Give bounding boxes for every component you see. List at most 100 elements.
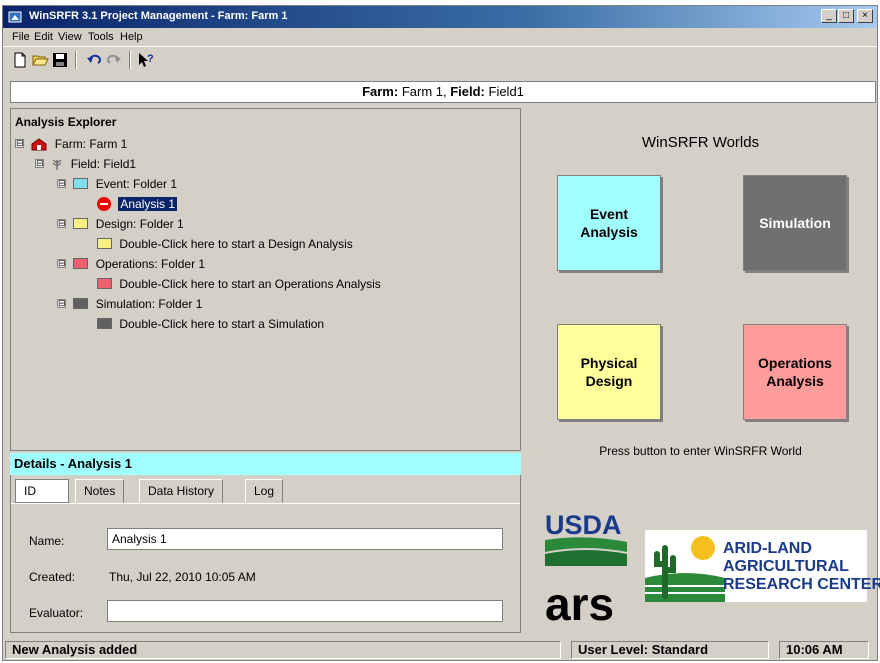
app-icon [8, 11, 22, 23]
farm-value: Farm 1, [398, 84, 451, 99]
farm-icon [31, 138, 47, 151]
tree-label: Operations: Folder 1 [95, 256, 206, 271]
created-value: Thu, Jul 22, 2010 10:05 AM [109, 570, 256, 584]
tree-label: Event: Folder 1 [95, 176, 178, 191]
operations-analysis-label: Operations Analysis [758, 355, 832, 389]
tree-label: Farm: Farm 1 [54, 136, 128, 151]
folder-red-icon [97, 278, 112, 290]
arid-land-emblem [645, 536, 725, 602]
folder-yellow-icon [97, 238, 112, 250]
undo-icon[interactable] [85, 51, 103, 69]
title-bar[interactable]: WinSRFR 3.1 Project Management - Farm: F… [3, 6, 877, 28]
close-button[interactable]: × [857, 9, 873, 23]
tree-node-field[interactable]: ⊟ Field: Field1 [35, 155, 136, 173]
collapse-icon[interactable]: ⊟ [57, 219, 66, 229]
event-analysis-label: Event Analysis [580, 206, 638, 240]
redo-icon[interactable] [105, 51, 123, 69]
stop-icon [97, 196, 111, 211]
ars-text: ars [545, 578, 614, 628]
tree-node-analysis-1[interactable]: Analysis 1 [97, 195, 178, 213]
minimize-button[interactable]: _ [821, 9, 837, 23]
menu-view[interactable]: View [58, 31, 82, 43]
tree-label: Double-Click here to start a Simulation [119, 316, 325, 331]
event-analysis-button[interactable]: Event Analysis [557, 175, 661, 271]
folder-gray-icon [73, 298, 89, 310]
simulation-label: Simulation [759, 215, 831, 231]
folder-gray-icon [97, 318, 112, 330]
tree-node-simulation-folder[interactable]: ⊟ Simulation: Folder 1 [57, 295, 202, 313]
tree-node-operations-folder[interactable]: ⊟ Operations: Folder 1 [57, 255, 205, 273]
tree-node-event-folder[interactable]: ⊟ Event: Folder 1 [57, 175, 177, 193]
collapse-icon[interactable]: ⊟ [57, 179, 66, 189]
folder-red-icon [73, 258, 89, 270]
field-label: Field: [450, 84, 485, 99]
tab-data-history[interactable]: Data History [139, 479, 224, 503]
explorer-title: Analysis Explorer [15, 115, 117, 129]
tree-node-design-folder[interactable]: ⊟ Design: Folder 1 [57, 215, 184, 233]
tree-node-start-operations[interactable]: Double-Click here to start an Operations… [97, 275, 381, 293]
tree-label: Double-Click here to start a Design Anal… [119, 236, 353, 251]
new-file-icon[interactable] [11, 51, 29, 69]
folder-cyan-icon [73, 178, 89, 190]
menu-file[interactable]: File [12, 31, 30, 43]
tree-node-start-simulation[interactable]: Double-Click here to start a Simulation [97, 315, 324, 333]
status-bar: New Analysis added User Level: Standard … [3, 640, 877, 660]
menu-tools[interactable]: Tools [88, 31, 114, 43]
menu-edit[interactable]: Edit [34, 31, 53, 43]
field-icon [52, 159, 62, 170]
context-help-icon[interactable]: ? [137, 51, 155, 69]
arid-land-text: ARID-LAND AGRICULTURAL RESEARCH CENTER [723, 540, 880, 594]
usda-ars-logo: USDA ars [545, 510, 627, 628]
name-label: Name: [29, 534, 65, 548]
toolbar-separator [75, 51, 77, 69]
tab-id[interactable]: ID [15, 479, 69, 503]
simulation-button[interactable]: Simulation [743, 175, 847, 271]
field-value: Field1 [484, 84, 524, 99]
main-window: WinSRFR 3.1 Project Management - Farm: F… [2, 5, 880, 661]
arid-line-1: ARID-LAND [723, 540, 812, 557]
arid-land-logo: ARID-LAND AGRICULTURAL RESEARCH CENTER [645, 530, 880, 602]
physical-design-button[interactable]: Physical Design [557, 324, 661, 420]
save-icon[interactable] [51, 51, 69, 69]
farm-field-header: Farm: Farm 1, Field: Field1 [10, 81, 876, 103]
collapse-icon[interactable]: ⊟ [15, 139, 24, 149]
winsrfr-worlds-panel: WinSRFR Worlds Event Analysis Simulation… [525, 108, 880, 633]
evaluator-label: Evaluator: [29, 606, 84, 620]
created-label: Created: [29, 570, 76, 584]
details-header: Details - Analysis 1 [10, 453, 521, 475]
menu-bar: File Edit View Tools Help [3, 28, 877, 46]
tree-label: Field: Field1 [70, 156, 137, 171]
worlds-title: WinSRFR Worlds [641, 134, 760, 151]
tab-notes[interactable]: Notes [75, 479, 125, 503]
collapse-icon[interactable]: ⊟ [57, 299, 66, 309]
status-message: New Analysis added [5, 641, 561, 659]
window-title: WinSRFR 3.1 Project Management - Farm: F… [29, 10, 288, 22]
folder-yellow-icon [73, 218, 89, 230]
svg-text:?: ? [147, 53, 154, 65]
open-folder-icon[interactable] [31, 51, 49, 69]
physical-design-label: Physical Design [580, 355, 638, 389]
toolbar: ? [3, 46, 877, 72]
collapse-icon[interactable]: ⊟ [35, 159, 44, 169]
analysis-explorer: Analysis Explorer ⊟ Farm: Farm 1 ⊟ Field… [10, 108, 521, 451]
tree-label: Double-Click here to start an Operations… [119, 276, 381, 291]
usda-text: USDA [545, 510, 622, 540]
operations-analysis-button[interactable]: Operations Analysis [743, 324, 847, 420]
arid-line-2: AGRICULTURAL [723, 558, 849, 575]
collapse-icon[interactable]: ⊟ [57, 259, 66, 269]
tab-log[interactable]: Log [245, 479, 284, 503]
toolbar-separator [129, 51, 131, 69]
status-time: 10:06 AM [779, 641, 869, 659]
farm-label: Farm: [362, 84, 399, 99]
status-user-level: User Level: Standard [571, 641, 769, 659]
menu-help[interactable]: Help [120, 31, 143, 43]
tree-label: Design: Folder 1 [95, 216, 184, 231]
arid-line-3: RESEARCH CENTER [723, 576, 880, 593]
tree-node-farm[interactable]: ⊟ Farm: Farm 1 [15, 135, 127, 153]
press-button-hint: Press button to enter WinSRFR World [599, 444, 802, 458]
tree-label: Simulation: Folder 1 [95, 296, 203, 311]
tree-node-start-design[interactable]: Double-Click here to start a Design Anal… [97, 235, 353, 253]
maximize-button[interactable]: □ [838, 9, 854, 23]
evaluator-field[interactable] [107, 600, 503, 622]
name-field[interactable]: Analysis 1 [107, 528, 503, 550]
